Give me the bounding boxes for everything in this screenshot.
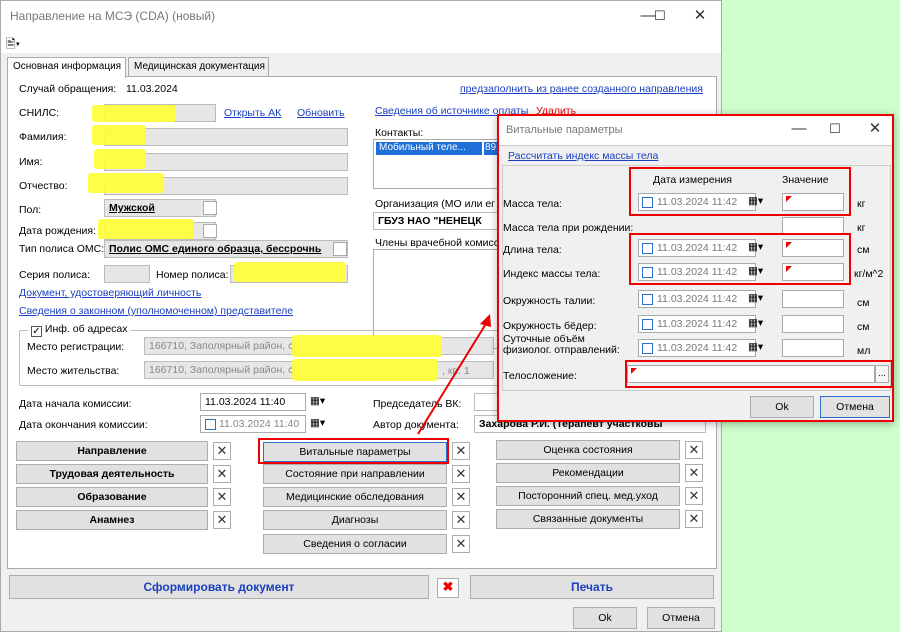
highlight-body-type	[625, 360, 893, 388]
tab-main-info[interactable]: Основная информация	[7, 57, 126, 78]
highlight-weight-row	[629, 167, 851, 216]
highlight-height-bmi-rows	[629, 233, 851, 285]
